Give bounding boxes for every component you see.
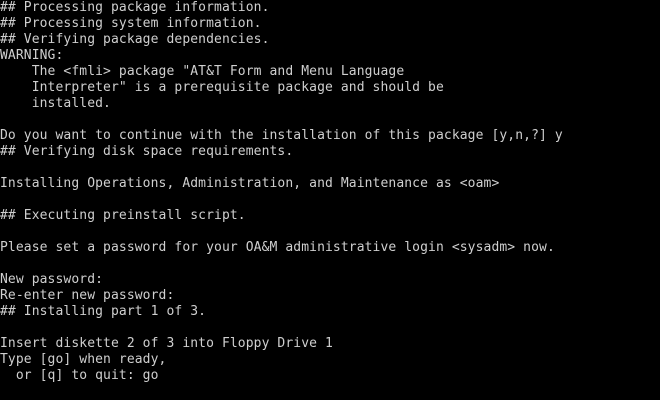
terminal-screen[interactable]: ## Processing package information. ## Pr… — [0, 0, 660, 400]
terminal-line-1: ## Processing package information. — [0, 0, 270, 15]
terminal-line-7: installed. — [0, 96, 111, 111]
terminal-line-23: Type [go] when ready, — [0, 352, 167, 367]
terminal-line-5: The <fmli> package "AT&T Form and Menu L… — [0, 64, 405, 79]
terminal-line-3: ## Verifying package dependencies. — [0, 32, 270, 47]
terminal-line-12: Installing Operations, Administration, a… — [0, 176, 500, 191]
terminal-line-10: ## Verifying disk space requirements. — [0, 144, 294, 159]
terminal-line-16: Please set a password for your OA&M admi… — [0, 240, 555, 255]
terminal-line-6: Interpreter" is a prerequisite package a… — [0, 80, 444, 95]
terminal-line-14: ## Executing preinstall script. — [0, 208, 246, 223]
terminal-line-2: ## Processing system information. — [0, 16, 262, 31]
terminal-line-4: WARNING: — [0, 48, 64, 63]
terminal-line-9: Do you want to continue with the install… — [0, 128, 563, 143]
terminal-line-24: or [q] to quit: go — [0, 368, 159, 383]
terminal-line-20: ## Installing part 1 of 3. — [0, 304, 207, 319]
terminal-line-18: New password: — [0, 272, 104, 287]
terminal-line-22: Insert diskette 2 of 3 into Floppy Drive… — [0, 336, 333, 351]
terminal-line-19: Re-enter new password: — [0, 288, 175, 303]
